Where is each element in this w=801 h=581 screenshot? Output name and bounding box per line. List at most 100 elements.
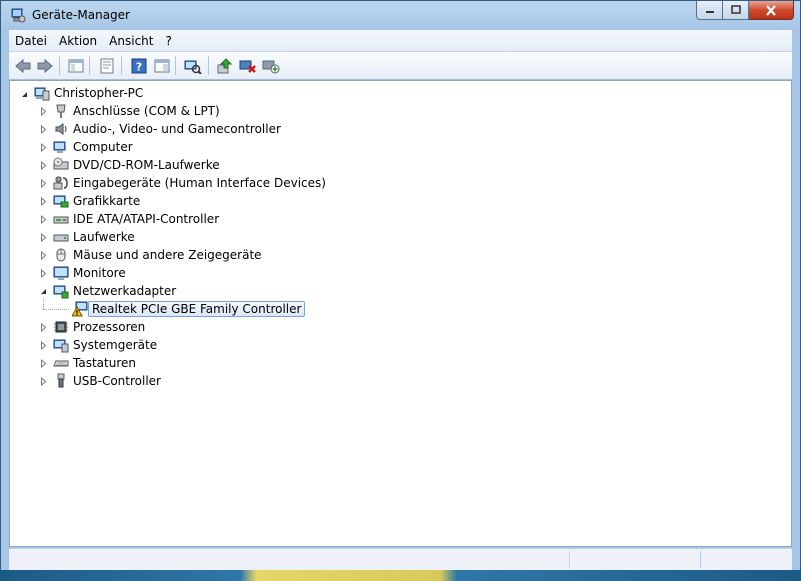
caption-buttons [696,1,794,21]
tree-category-node[interactable]: USB-Controller [53,372,161,390]
tree-category-node[interactable]: Anschlüsse (COM & LPT) [53,102,220,120]
details-view-button[interactable] [152,56,171,75]
update-driver-button[interactable] [215,56,234,75]
tree-category-node[interactable]: Prozessoren [53,318,145,336]
toolbar-separator [175,56,176,75]
expand-expander[interactable] [39,197,48,206]
expand-arrow-icon [41,269,47,278]
properties-icon [100,58,113,73]
expand-expander[interactable] [39,161,48,170]
tree-category-node[interactable]: Eingabegeräte (Human Interface Devices) [53,174,326,192]
status-pane-2 [569,551,700,568]
device-tree-pane[interactable]: Christopher-PC Anschlüsse (COM & LPT) Aud… [9,80,792,547]
tree-category-label: DVD/CD-ROM-Laufwerke [73,158,220,172]
audio-icon [53,121,69,137]
expand-expander[interactable] [39,107,48,116]
device-manager-window: Geräte-Manager Datei Aktion Ansicht ? ? … [0,0,801,581]
computer-icon [34,85,50,101]
display-adapter-icon [53,193,69,209]
expand-expander[interactable] [39,125,48,134]
selected-device-label: Realtek PCIe GBE Family Controller [88,301,306,317]
help-icon: ? [131,58,146,73]
port-icon [53,103,69,119]
back-icon [14,58,30,73]
expand-arrow-icon [41,197,47,206]
tree-category-label: Netzwerkadapter [73,284,177,298]
tree-category-node[interactable]: Mäuse und andere Zeigegeräte [53,246,262,264]
device-manager-icon [10,7,26,23]
disable-device-icon [239,60,256,73]
close-button[interactable] [749,1,794,20]
ide-controller-icon [53,211,69,227]
expand-arrow-icon [41,251,47,260]
expand-expander[interactable] [39,233,48,242]
tree-category-node[interactable]: Monitore [53,264,126,282]
tree-connector-line [43,309,69,310]
menu-help[interactable]: ? [159,34,177,48]
tree-category-node[interactable]: IDE ATA/ATAPI-Controller [53,210,219,228]
tree-category-label: Laufwerke [73,230,135,244]
window-title: Geräte-Manager [32,8,130,22]
forward-button[interactable] [35,56,54,75]
update-driver-icon [217,57,232,73]
expand-arrow-icon [41,377,47,386]
close-icon [766,4,776,16]
menu-view[interactable]: Ansicht [103,34,159,48]
expand-expander[interactable] [39,359,48,368]
tree-root-node[interactable]: Christopher-PC [34,84,143,102]
disable-device-button[interactable] [238,56,257,75]
network-adapter-icon [53,283,69,299]
dvd-drive-icon [53,157,69,173]
toolbar: ? [9,52,792,80]
expand-expander[interactable] [39,179,48,188]
expand-expander[interactable] [39,341,48,350]
usb-icon [53,373,69,389]
tree-category-node[interactable]: Audio-, Video- und Gamecontroller [53,120,281,138]
uninstall-device-button[interactable] [261,56,280,75]
properties-button[interactable] [97,56,116,75]
tree-root-label: Christopher-PC [54,86,144,100]
scan-hardware-button[interactable] [183,56,202,75]
tree-category-label: Prozessoren [73,320,146,334]
tree-category-node[interactable]: Netzwerkadapter [53,282,176,300]
title-bar[interactable]: Geräte-Manager [1,1,800,31]
expand-expander[interactable] [39,143,48,152]
expand-expander[interactable] [39,377,48,386]
tree-category-node[interactable]: Computer [53,138,133,156]
collapse-expander[interactable] [39,287,48,296]
desktop-background-strip [0,570,801,581]
back-button[interactable] [13,56,32,75]
tree-category-label: Monitore [73,266,126,280]
tree-category-node[interactable]: Systemgeräte [53,336,157,354]
tree-category-label: Grafikkarte [73,194,141,208]
tree-category-label: USB-Controller [73,374,161,388]
expand-arrow-icon [41,359,47,368]
expand-expander[interactable] [39,269,48,278]
expand-expander[interactable] [39,323,48,332]
status-pane-main [9,551,569,568]
help-button[interactable]: ? [129,56,148,75]
tree-category-node[interactable]: DVD/CD-ROM-Laufwerke [53,156,220,174]
menu-action[interactable]: Aktion [53,34,103,48]
hid-icon [53,175,69,191]
tree-category-label: Tastaturen [73,356,136,370]
expand-arrow-icon [41,125,47,134]
menu-file[interactable]: Datei [9,34,53,48]
tree-category-label: Audio-, Video- und Gamecontroller [73,122,281,136]
collapse-arrow-icon [22,92,27,97]
tree-category-node[interactable]: Laufwerke [53,228,135,246]
computer-icon [53,139,69,155]
forward-icon [37,58,53,73]
expand-expander[interactable] [39,215,48,224]
maximize-icon [730,5,741,14]
expand-arrow-icon [41,323,47,332]
tree-category-node[interactable]: Tastaturen [53,354,136,372]
collapse-expander[interactable] [20,90,29,99]
tree-category-node[interactable]: Grafikkarte [53,192,140,210]
expand-expander[interactable] [39,251,48,260]
tree-device-node[interactable]: Realtek PCIe GBE Family Controller [72,300,306,318]
maximize-button[interactable] [723,1,749,20]
show-hide-console-tree-button[interactable] [66,56,85,75]
minimize-button[interactable] [696,1,723,20]
collapse-arrow-icon [41,289,46,294]
